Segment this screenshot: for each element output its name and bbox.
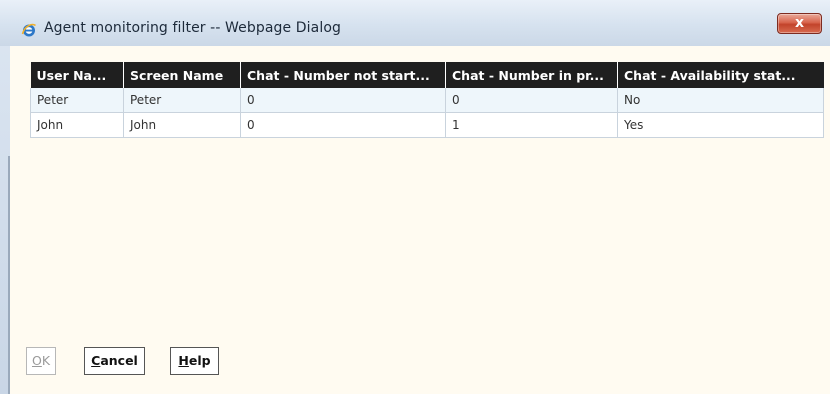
- cell-user-name: Peter: [30, 88, 124, 113]
- ok-button-accel: O: [32, 353, 42, 368]
- table-row[interactable]: John John 0 1 Yes: [30, 112, 824, 138]
- cell-chat-in-progress: 0: [445, 88, 618, 113]
- cancel-button-accel: C: [91, 353, 101, 368]
- agent-table: User Na... Screen Name Chat - Number not…: [30, 62, 824, 138]
- help-button-accel: H: [178, 353, 189, 368]
- cancel-button[interactable]: Cancel: [84, 347, 145, 375]
- cell-chat-availability: No: [617, 88, 824, 113]
- ok-button[interactable]: OK: [26, 347, 56, 375]
- help-button-label: elp: [188, 353, 211, 368]
- column-header-chat-in-progress[interactable]: Chat - Number in pr...: [445, 62, 618, 88]
- title-bar: Agent monitoring filter -- Webpage Dialo…: [0, 0, 830, 46]
- table-row[interactable]: Peter Peter 0 0 No: [30, 88, 824, 113]
- close-button[interactable]: x: [777, 13, 822, 34]
- dialog-content: User Na... Screen Name Chat - Number not…: [10, 46, 830, 394]
- column-header-user-name[interactable]: User Na...: [30, 62, 124, 88]
- internet-explorer-icon: [21, 22, 37, 38]
- ok-button-label: K: [41, 353, 51, 368]
- table-header-row: User Na... Screen Name Chat - Number not…: [30, 62, 824, 88]
- close-icon: x: [794, 15, 805, 31]
- column-header-chat-availability[interactable]: Chat - Availability stat...: [617, 62, 824, 88]
- column-header-chat-not-started[interactable]: Chat - Number not start...: [240, 62, 446, 88]
- cell-chat-availability: Yes: [617, 112, 824, 138]
- cell-screen-name: John: [123, 112, 241, 138]
- cell-chat-not-started: 0: [240, 88, 446, 113]
- cell-chat-in-progress: 1: [445, 112, 618, 138]
- cancel-button-label: ancel: [100, 353, 138, 368]
- column-header-screen-name[interactable]: Screen Name: [123, 62, 241, 88]
- dialog-window: Agent monitoring filter -- Webpage Dialo…: [0, 0, 830, 394]
- cell-user-name: John: [30, 112, 124, 138]
- help-button[interactable]: Help: [170, 347, 219, 375]
- cell-chat-not-started: 0: [240, 112, 446, 138]
- cell-screen-name: Peter: [123, 88, 241, 113]
- window-title: Agent monitoring filter -- Webpage Dialo…: [44, 20, 341, 36]
